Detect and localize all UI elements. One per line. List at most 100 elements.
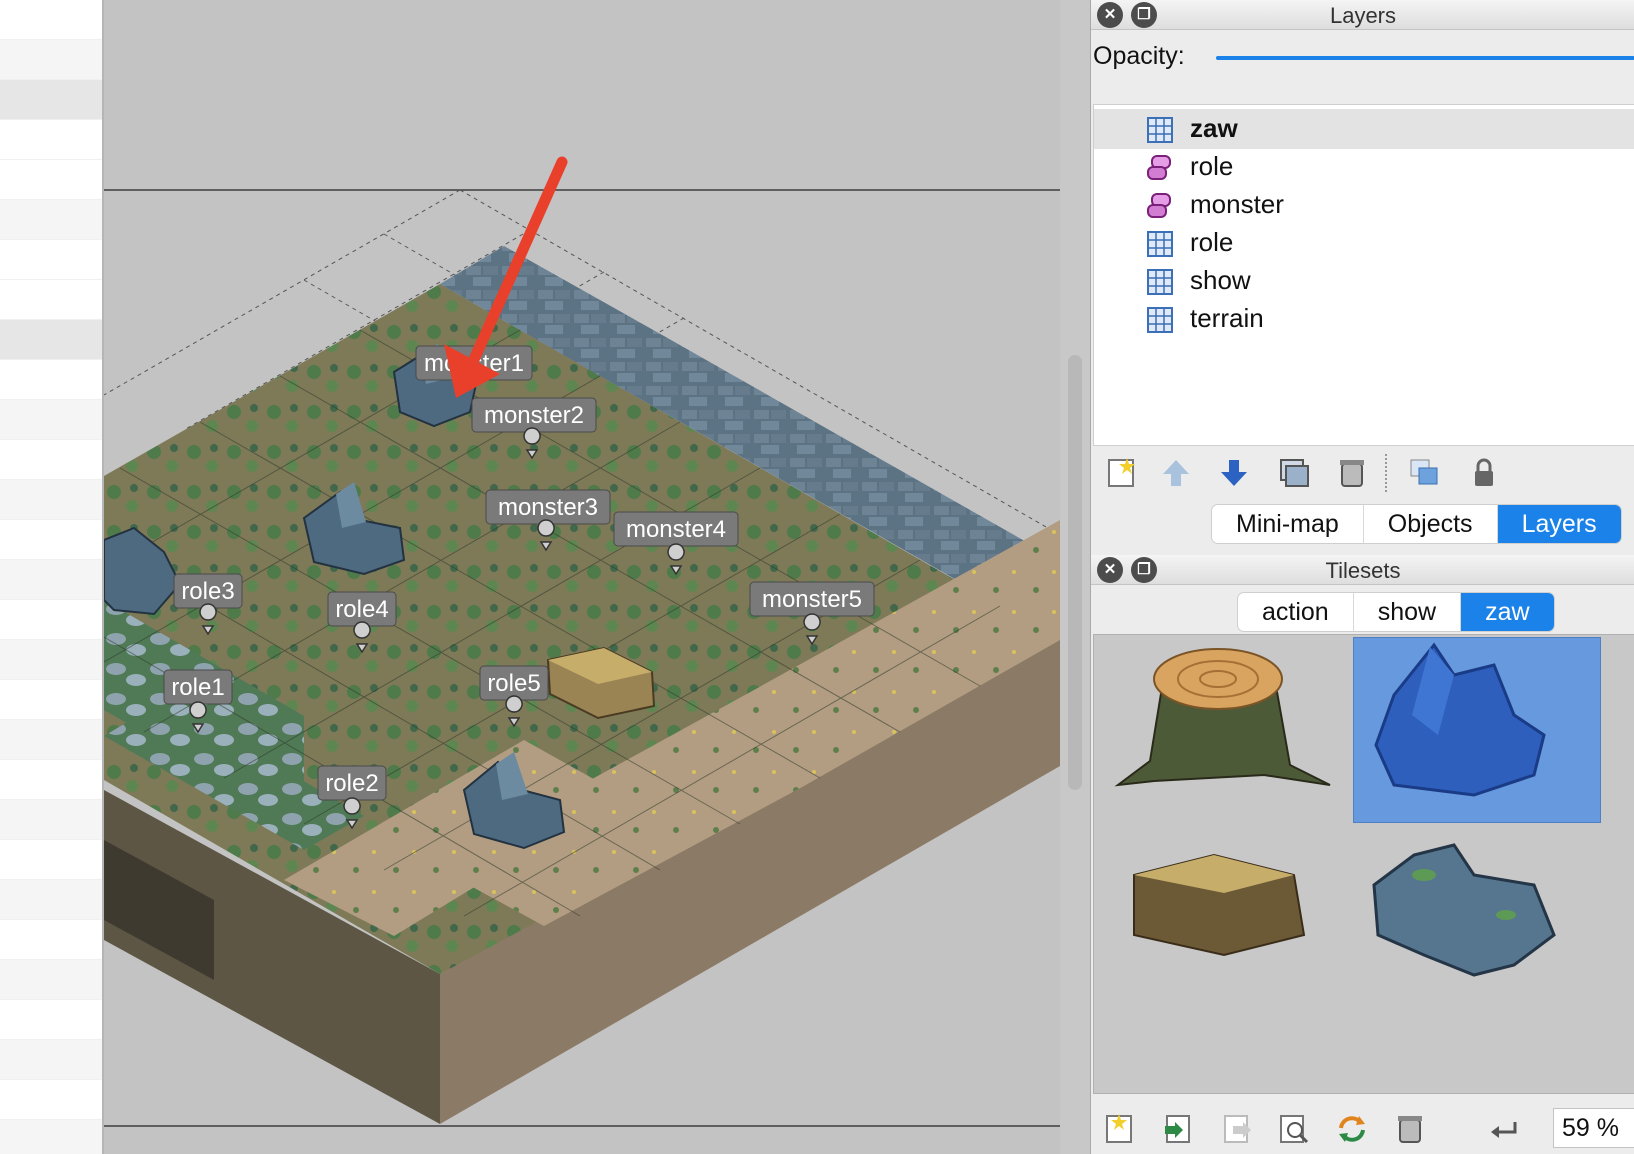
property-row[interactable] xyxy=(0,640,102,680)
svg-text:role2: role2 xyxy=(325,770,378,797)
property-row[interactable] xyxy=(0,560,102,600)
tileset-tabs: action show zaw xyxy=(1237,592,1555,632)
tileset-zoom-field[interactable]: 59 % xyxy=(1553,1108,1634,1148)
property-row[interactable] xyxy=(0,520,102,560)
property-row[interactable] xyxy=(0,320,102,360)
property-row[interactable] xyxy=(0,40,102,80)
svg-text:monster2: monster2 xyxy=(484,402,584,429)
layer-toolbar xyxy=(1091,448,1634,498)
canvas-vertical-scrollbar[interactable] xyxy=(1068,355,1082,790)
delete-tileset-icon[interactable] xyxy=(1393,1112,1427,1146)
svg-text:monster3: monster3 xyxy=(498,494,598,521)
layer-row-zaw[interactable]: zaw xyxy=(1094,109,1634,149)
property-row[interactable] xyxy=(0,880,102,920)
tile-layer-icon xyxy=(1147,117,1173,143)
property-row[interactable] xyxy=(0,800,102,840)
property-row[interactable] xyxy=(0,160,102,200)
tilesets-panel-title: Tilesets xyxy=(1325,558,1401,583)
property-row[interactable] xyxy=(0,1040,102,1080)
svg-text:role4: role4 xyxy=(335,596,388,623)
tile-layer-icon xyxy=(1147,231,1173,257)
layers-panel-title: Layers xyxy=(1329,3,1397,28)
tab-show[interactable]: show xyxy=(1354,593,1462,631)
tab-layers[interactable]: Layers xyxy=(1497,505,1621,543)
lock-icon[interactable] xyxy=(1467,456,1501,490)
property-row[interactable] xyxy=(0,600,102,640)
tiled-editor-window: monster1 monster2 monster3 monster4 mons… xyxy=(0,0,1634,1154)
layer-name: terrain xyxy=(1190,303,1264,333)
import-tileset-icon[interactable] xyxy=(1161,1112,1195,1146)
layer-name: show xyxy=(1190,265,1251,295)
tab-zaw[interactable]: zaw xyxy=(1461,593,1554,631)
layer-name: zaw xyxy=(1190,113,1238,143)
tab-objects[interactable]: Objects xyxy=(1364,505,1498,543)
tile-layer-icon xyxy=(1147,307,1173,333)
property-row[interactable] xyxy=(0,440,102,480)
dynamic-wrapping-icon[interactable] xyxy=(1487,1114,1521,1148)
property-row[interactable] xyxy=(0,240,102,280)
tree-stump-icon[interactable] xyxy=(1114,648,1331,787)
property-row[interactable] xyxy=(0,960,102,1000)
svg-text:role5: role5 xyxy=(487,670,540,697)
property-row[interactable] xyxy=(0,760,102,800)
opacity-label: Opacity: xyxy=(1093,42,1185,70)
tileset-view[interactable] xyxy=(1093,634,1634,1094)
new-layer-icon[interactable] xyxy=(1105,456,1139,490)
blue-rock-icon[interactable] xyxy=(1374,642,1546,797)
svg-text:role3: role3 xyxy=(181,578,234,605)
tab-action[interactable]: action xyxy=(1238,593,1354,631)
raise-layer-icon[interactable] xyxy=(1159,456,1193,490)
delete-layer-icon[interactable] xyxy=(1335,456,1369,490)
property-row[interactable] xyxy=(0,0,102,40)
tilesets-panel-titlebar: ✕ ❐ Tilesets xyxy=(1091,555,1634,585)
new-tileset-icon[interactable] xyxy=(1103,1112,1137,1146)
layer-list: zaw role monster role show terrain xyxy=(1093,104,1634,446)
toolbar-separator xyxy=(1385,454,1387,492)
svg-text:role1: role1 xyxy=(171,674,224,701)
toggle-other-layers-icon[interactable] xyxy=(1407,456,1441,490)
layer-row-show[interactable]: show xyxy=(1094,261,1634,301)
property-row[interactable] xyxy=(0,360,102,400)
property-row[interactable] xyxy=(0,840,102,880)
lower-layer-icon[interactable] xyxy=(1217,456,1251,490)
property-row[interactable] xyxy=(0,280,102,320)
properties-panel xyxy=(0,0,104,1154)
property-row[interactable] xyxy=(0,720,102,760)
property-row[interactable] xyxy=(0,1080,102,1120)
property-row[interactable] xyxy=(0,920,102,960)
layer-name: role xyxy=(1190,151,1234,181)
layer-row-role[interactable]: role xyxy=(1094,147,1634,187)
property-row[interactable] xyxy=(0,200,102,240)
duplicate-layer-icon[interactable] xyxy=(1277,456,1311,490)
layer-name: monster xyxy=(1190,189,1284,219)
layer-name: role xyxy=(1190,227,1234,257)
broken-log-icon[interactable] xyxy=(1133,853,1306,957)
tileset-tiles xyxy=(1114,642,1556,977)
tile-layer-icon xyxy=(1147,269,1173,295)
layer-row-role-tiles[interactable]: role xyxy=(1094,223,1634,263)
mossy-rock-icon[interactable] xyxy=(1372,843,1556,977)
layer-row-monster[interactable]: monster xyxy=(1094,185,1634,225)
property-row[interactable] xyxy=(0,1120,102,1154)
map-canvas[interactable]: monster1 monster2 monster3 monster4 mons… xyxy=(104,0,1060,1154)
tileset-properties-icon[interactable] xyxy=(1277,1112,1311,1146)
property-row[interactable] xyxy=(0,400,102,440)
export-tileset-icon[interactable] xyxy=(1219,1112,1253,1146)
dock-tabs: Mini-map Objects Layers xyxy=(1211,504,1622,544)
property-row[interactable] xyxy=(0,480,102,520)
refresh-tileset-icon[interactable] xyxy=(1335,1112,1369,1146)
svg-text:monster4: monster4 xyxy=(626,516,726,543)
property-row[interactable] xyxy=(0,680,102,720)
object-layer-icon xyxy=(1147,155,1171,180)
property-row[interactable] xyxy=(0,120,102,160)
object-layer-icon xyxy=(1147,193,1171,218)
tab-mini-map[interactable]: Mini-map xyxy=(1212,505,1364,543)
isometric-map[interactable]: monster1 monster2 monster3 monster4 mons… xyxy=(104,0,1060,1154)
svg-text:monster5: monster5 xyxy=(762,586,862,613)
right-dock: ✕ ❐ Layers Opacity: zaw role monster rol… xyxy=(1090,0,1634,1154)
property-row[interactable] xyxy=(0,80,102,120)
opacity-slider[interactable] xyxy=(1216,56,1634,60)
layer-row-terrain[interactable]: terrain xyxy=(1094,299,1634,339)
layers-panel-titlebar: ✕ ❐ Layers xyxy=(1091,0,1634,30)
property-row[interactable] xyxy=(0,1000,102,1040)
